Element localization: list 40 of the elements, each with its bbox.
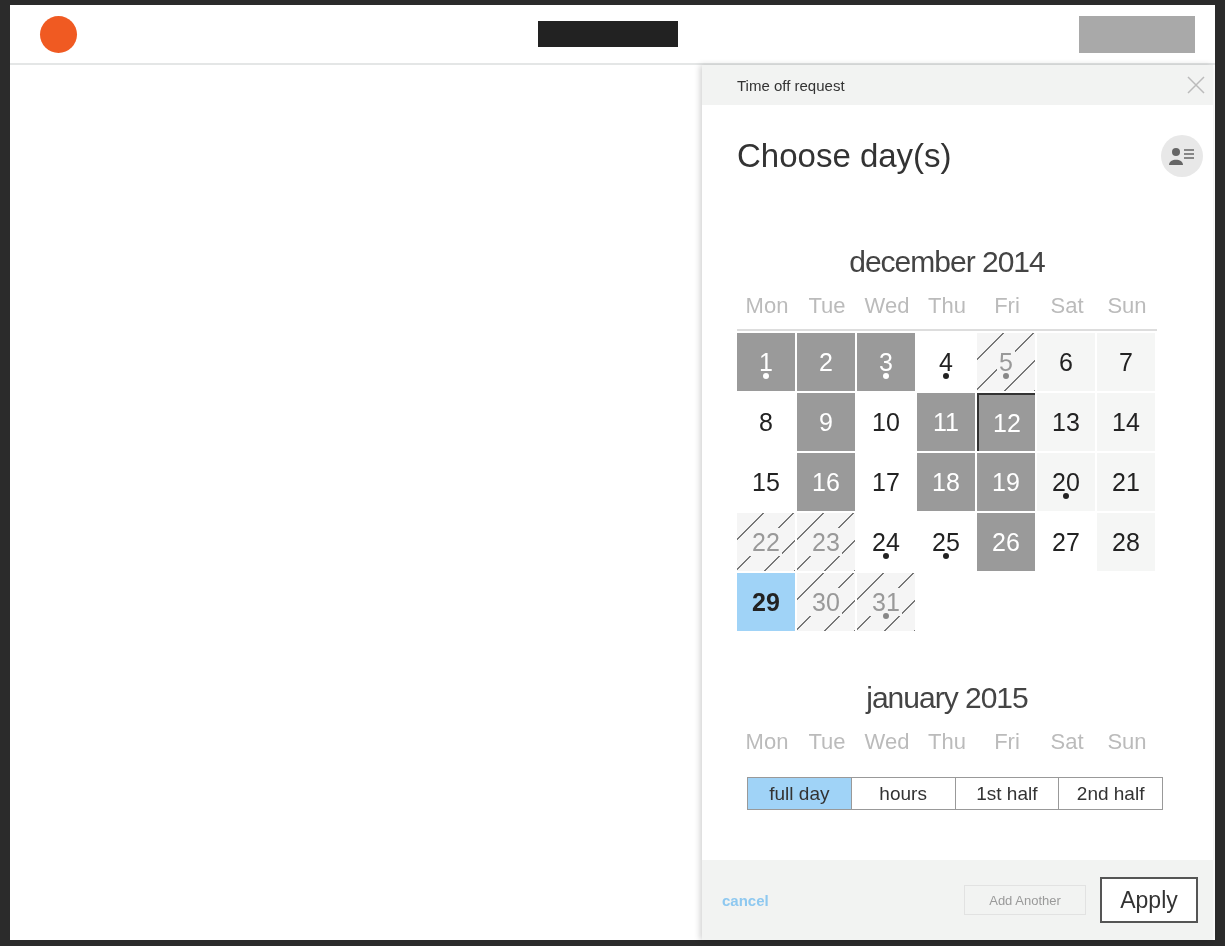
person-list-icon[interactable] <box>1161 135 1203 177</box>
panel-title: Time off request <box>737 76 845 94</box>
calendar-day[interactable]: 7 <box>1097 333 1155 391</box>
calendar-day[interactable]: 13 <box>1037 393 1095 451</box>
calendar-day[interactable]: 29 <box>737 573 795 631</box>
calendar-day[interactable]: 24 <box>857 513 915 571</box>
calendar-day[interactable]: 28 <box>1097 513 1155 571</box>
calendar-day[interactable]: 14 <box>1097 393 1155 451</box>
month-title: december 2014 <box>848 245 1046 279</box>
calendar-day[interactable]: 20 <box>1037 453 1095 511</box>
dialog-heading: Choose day(s) <box>737 137 952 175</box>
close-icon[interactable] <box>1187 76 1205 94</box>
weekday-label: Fri <box>993 729 1021 755</box>
weekday-label: Thu <box>927 293 967 319</box>
calendar-day[interactable]: 15 <box>737 453 795 511</box>
calendar-day[interactable]: 10 <box>857 393 915 451</box>
calendar-day[interactable]: 25 <box>917 513 975 571</box>
calendar-day[interactable]: 17 <box>857 453 915 511</box>
account-block[interactable] <box>1079 15 1195 53</box>
calendar-day[interactable]: 6 <box>1037 333 1095 391</box>
weekday-label: Wed <box>863 293 911 319</box>
weekday-label: Mon <box>744 729 790 755</box>
calendar-day[interactable]: 8 <box>737 393 795 451</box>
weekday-label: Mon <box>744 293 790 319</box>
weekday-label: Sun <box>1106 729 1148 755</box>
calendar-day[interactable]: 4 <box>917 333 975 391</box>
weekday-label: Wed <box>863 729 911 755</box>
weekday-label: Fri <box>993 293 1021 319</box>
weekday-label: Sat <box>1049 729 1085 755</box>
weekday-label: Sun <box>1106 293 1148 319</box>
month-title: january 2015 <box>864 681 1029 715</box>
logo-circle[interactable] <box>40 15 77 53</box>
weekday-label: Sat <box>1049 293 1085 319</box>
duration-option[interactable]: full day <box>748 778 851 809</box>
apply-button[interactable]: Apply <box>1100 877 1198 923</box>
weekday-label: Tue <box>807 293 847 319</box>
weekday-label: Thu <box>927 729 967 755</box>
calendar-day[interactable]: 21 <box>1097 453 1155 511</box>
weekday-label: Tue <box>807 729 847 755</box>
calendar-day[interactable]: 27 <box>1037 513 1095 571</box>
